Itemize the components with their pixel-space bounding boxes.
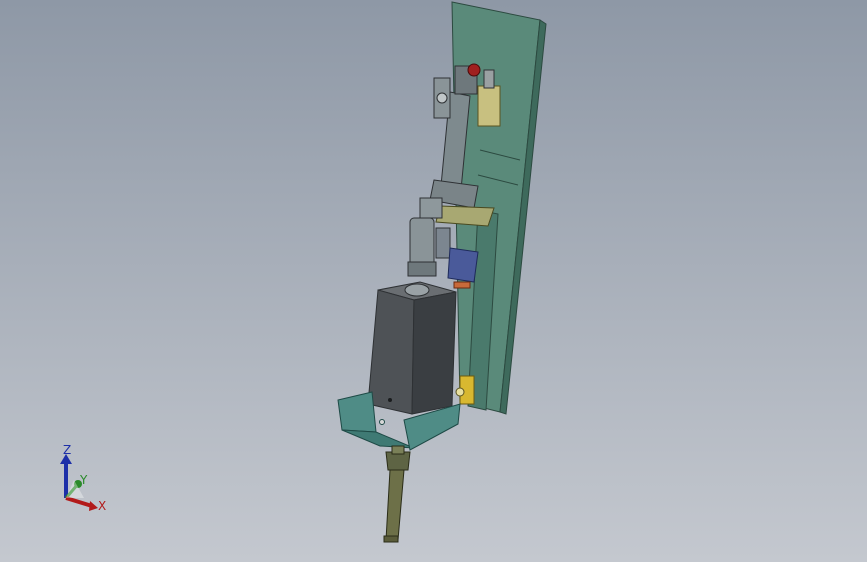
sensor-indicator: [453, 281, 471, 289]
output-shaft: [385, 469, 405, 541]
bracket-bolt: [379, 419, 385, 425]
cad-model-view[interactable]: [0, 0, 867, 562]
air-fitting-red: [467, 63, 481, 77]
valve-block: [477, 85, 501, 127]
output-shaft-assembly[interactable]: [383, 445, 411, 543]
bracket-bottom: [341, 429, 415, 449]
sensor-bracket: [435, 227, 451, 259]
spindle-collar: [407, 261, 437, 277]
shaft-coupling: [385, 451, 411, 471]
bracket-left: [337, 391, 377, 433]
rail-bolt: [455, 387, 465, 397]
coupling-collar: [391, 445, 405, 455]
shaft-tip: [383, 535, 399, 543]
valve-fitting: [483, 69, 495, 89]
servo-motor[interactable]: [367, 281, 457, 415]
motor-bolt: [388, 398, 392, 402]
coupling-hub: [419, 197, 443, 219]
axis-label-x: X: [98, 499, 106, 513]
sensor-block: [447, 247, 479, 283]
axis-label-y: Y: [79, 473, 88, 487]
slider-plate: [435, 205, 495, 227]
reference-triad[interactable]: Z Y X: [44, 440, 124, 530]
triad-x-axis: X: [65, 496, 106, 513]
graphics-viewport[interactable]: Z Y X: [0, 0, 867, 562]
motor-front-face: [367, 289, 415, 415]
axis-label-z: Z: [63, 443, 71, 457]
motor-shaft-flange: [404, 283, 430, 297]
cylinder-pivot: [436, 92, 448, 104]
motor-side-face: [411, 291, 457, 415]
spindle-body: [409, 217, 435, 269]
